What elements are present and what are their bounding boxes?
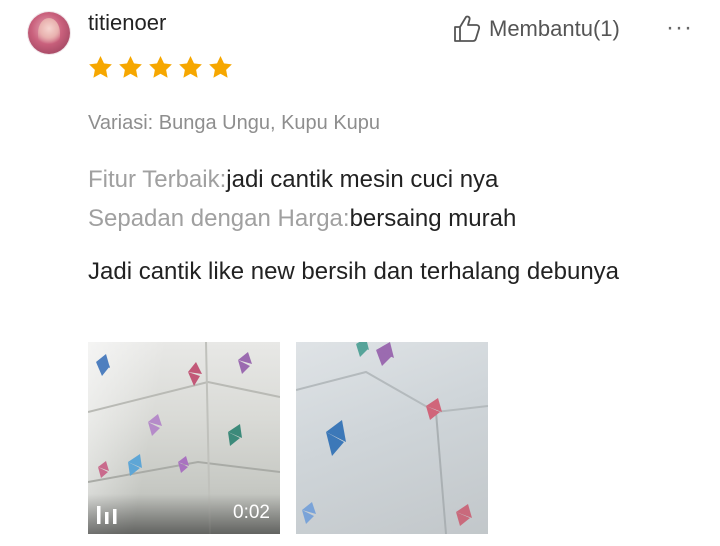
star-icon [149, 56, 172, 78]
helpful-button[interactable]: Membantu(1) [451, 13, 620, 45]
attribute-value: jadi cantik mesin cuci nya [226, 166, 499, 193]
video-bars-icon [97, 506, 117, 524]
attribute-key: Sepadan dengan Harga: [88, 205, 350, 232]
username[interactable]: titienoer [88, 10, 166, 36]
review-photo-thumbnail[interactable] [296, 342, 488, 534]
video-duration: 0:02 [233, 502, 270, 523]
thumbs-up-icon [454, 15, 481, 42]
star-icon [179, 56, 202, 78]
more-icon[interactable]: ··· [666, 14, 693, 42]
star-icon [119, 56, 142, 78]
butterfly-fabric-pattern [296, 342, 488, 534]
video-overlay: 0:02 [88, 494, 280, 534]
star-rating [87, 54, 234, 81]
helpful-label: Membantu(1) [489, 16, 620, 41]
review-text: Jadi cantik like new bersih dan terhalan… [88, 258, 620, 285]
star-icon [89, 56, 112, 78]
attribute-best-feature: Fitur Terbaik:jadi cantik mesin cuci nya [88, 166, 498, 194]
review-video-thumbnail[interactable]: 0:02 [88, 342, 280, 534]
avatar[interactable] [28, 12, 70, 54]
attribute-value-for-money: Sepadan dengan Harga:bersaing murah [88, 205, 516, 233]
variation-label: Variasi: Bunga Ungu, Kupu Kupu [88, 112, 381, 134]
star-icon [209, 56, 232, 78]
attribute-key: Fitur Terbaik: [88, 166, 227, 193]
attribute-value: bersaing murah [349, 205, 517, 232]
